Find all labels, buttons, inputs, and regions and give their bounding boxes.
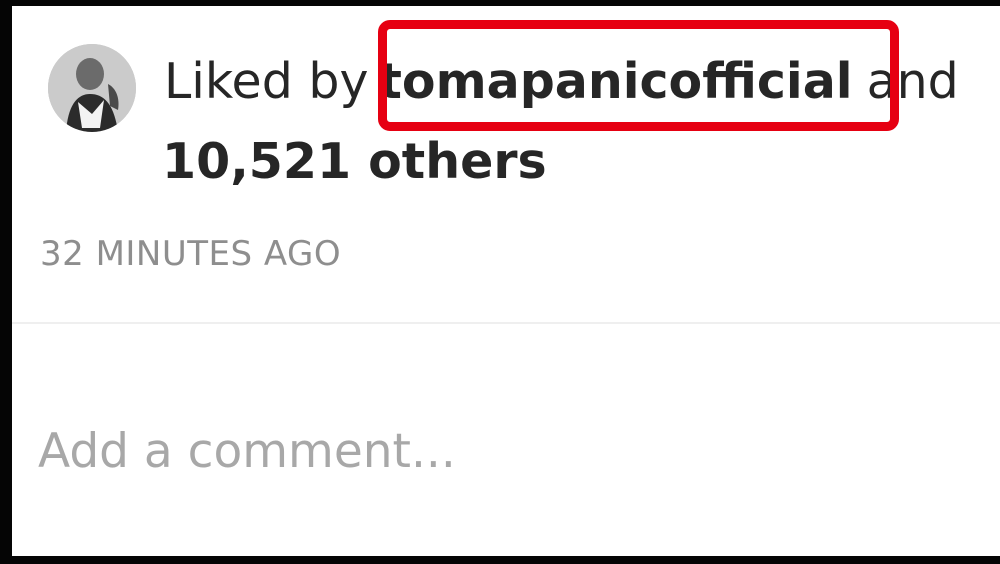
liked-by-prefix: Liked by [164,53,369,110]
section-divider [12,322,1000,324]
screenshot-frame: Liked by tomapanicofficial and 10,521 othe… [0,0,1000,564]
add-comment-input[interactable] [38,412,938,490]
liked-by-connector: and [866,53,959,110]
liker-username-link[interactable]: tomapanicofficial [378,53,852,110]
post-footer-panel: Liked by tomapanicofficial and 10,521 othe… [12,6,1000,556]
post-timestamp[interactable]: 32 MINUTES AGO [40,232,341,276]
likes-others-link[interactable]: 10,521 others [162,130,547,194]
user-avatar-icon [48,44,136,132]
liked-by-line: Liked by tomapanicofficial and [164,50,959,114]
liker-avatar[interactable] [48,44,136,132]
